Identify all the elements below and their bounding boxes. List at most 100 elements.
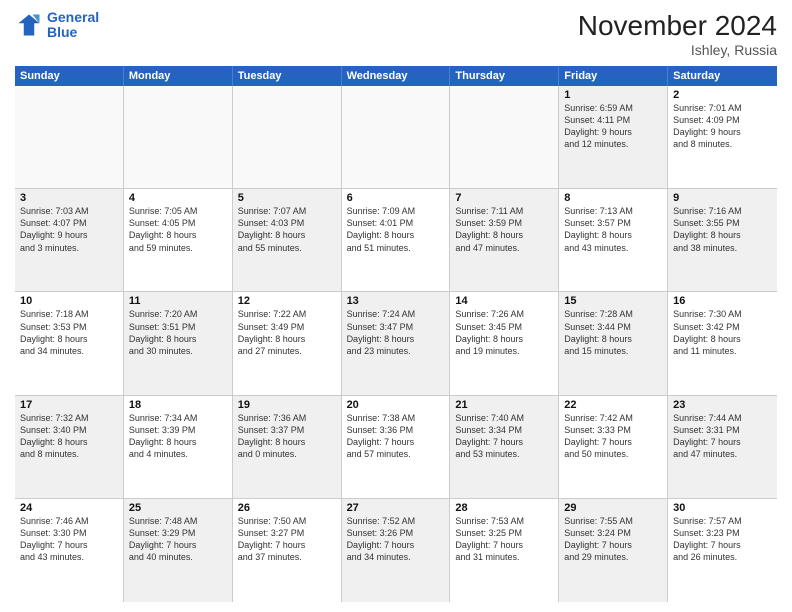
calendar-row-1: 3Sunrise: 7:03 AMSunset: 4:07 PMDaylight… [15,189,777,292]
day-cell-24: 24Sunrise: 7:46 AMSunset: 3:30 PMDayligh… [15,499,124,602]
day-cell-13: 13Sunrise: 7:24 AMSunset: 3:47 PMDayligh… [342,292,451,394]
empty-cell [15,86,124,188]
day-cell-22: 22Sunrise: 7:42 AMSunset: 3:33 PMDayligh… [559,396,668,498]
cell-info-line: Daylight: 8 hours [564,333,662,345]
day-number: 28 [455,502,553,514]
cell-info-line: Sunset: 3:24 PM [564,527,662,539]
cell-info-line: Sunrise: 7:28 AM [564,308,662,320]
day-cell-3: 3Sunrise: 7:03 AMSunset: 4:07 PMDaylight… [15,189,124,291]
day-number: 22 [564,399,662,411]
day-cell-12: 12Sunrise: 7:22 AMSunset: 3:49 PMDayligh… [233,292,342,394]
cell-info-line: Sunset: 3:57 PM [564,217,662,229]
cell-info-line: and 59 minutes. [129,242,227,254]
day-number: 16 [673,295,772,307]
cell-info-line: Sunset: 3:42 PM [673,321,772,333]
cell-info-line: and 8 minutes. [673,138,772,150]
day-cell-21: 21Sunrise: 7:40 AMSunset: 3:34 PMDayligh… [450,396,559,498]
day-cell-4: 4Sunrise: 7:05 AMSunset: 4:05 PMDaylight… [124,189,233,291]
cell-info-line: Sunset: 3:51 PM [129,321,227,333]
location: Ishley, Russia [578,42,777,58]
day-cell-20: 20Sunrise: 7:38 AMSunset: 3:36 PMDayligh… [342,396,451,498]
cell-info-line: Sunrise: 7:34 AM [129,412,227,424]
empty-cell [342,86,451,188]
weekday-header-thursday: Thursday [450,66,559,86]
cell-info-line: Daylight: 8 hours [347,229,445,241]
day-number: 15 [564,295,662,307]
cell-info-line: Daylight: 7 hours [673,436,772,448]
cell-info-line: Sunset: 3:47 PM [347,321,445,333]
day-number: 24 [20,502,118,514]
cell-info-line: Sunrise: 7:05 AM [129,205,227,217]
calendar-row-0: 1Sunrise: 6:59 AMSunset: 4:11 PMDaylight… [15,86,777,189]
day-cell-6: 6Sunrise: 7:09 AMSunset: 4:01 PMDaylight… [342,189,451,291]
cell-info-line: Sunrise: 7:07 AM [238,205,336,217]
day-cell-26: 26Sunrise: 7:50 AMSunset: 3:27 PMDayligh… [233,499,342,602]
day-cell-27: 27Sunrise: 7:52 AMSunset: 3:26 PMDayligh… [342,499,451,602]
day-cell-29: 29Sunrise: 7:55 AMSunset: 3:24 PMDayligh… [559,499,668,602]
cell-info-line: Sunset: 3:37 PM [238,424,336,436]
cell-info-line: Sunrise: 7:57 AM [673,515,772,527]
cell-info-line: Sunrise: 7:24 AM [347,308,445,320]
calendar-row-2: 10Sunrise: 7:18 AMSunset: 3:53 PMDayligh… [15,292,777,395]
cell-info-line: Sunset: 4:01 PM [347,217,445,229]
cell-info-line: Daylight: 8 hours [238,229,336,241]
day-cell-14: 14Sunrise: 7:26 AMSunset: 3:45 PMDayligh… [450,292,559,394]
cell-info-line: and 27 minutes. [238,345,336,357]
cell-info-line: Sunset: 3:59 PM [455,217,553,229]
cell-info-line: and 26 minutes. [673,551,772,563]
cell-info-line: Sunrise: 7:40 AM [455,412,553,424]
day-number: 29 [564,502,662,514]
cell-info-line: Daylight: 8 hours [347,333,445,345]
day-cell-2: 2Sunrise: 7:01 AMSunset: 4:09 PMDaylight… [668,86,777,188]
cell-info-line: Sunrise: 7:50 AM [238,515,336,527]
cell-info-line: Sunset: 4:11 PM [564,114,662,126]
day-number: 13 [347,295,445,307]
weekday-header-friday: Friday [559,66,668,86]
day-number: 25 [129,502,227,514]
cell-info-line: Daylight: 9 hours [673,126,772,138]
cell-info-line: Sunrise: 7:18 AM [20,308,118,320]
calendar: SundayMondayTuesdayWednesdayThursdayFrid… [15,66,777,602]
cell-info-line: Sunset: 3:34 PM [455,424,553,436]
day-number: 8 [564,192,662,204]
cell-info-line: Daylight: 8 hours [673,333,772,345]
cell-info-line: Sunset: 3:40 PM [20,424,118,436]
cell-info-line: Daylight: 8 hours [20,333,118,345]
cell-info-line: and 0 minutes. [238,448,336,460]
cell-info-line: Sunset: 4:05 PM [129,217,227,229]
day-number: 5 [238,192,336,204]
cell-info-line: Daylight: 7 hours [455,436,553,448]
cell-info-line: Sunrise: 7:53 AM [455,515,553,527]
cell-info-line: Daylight: 7 hours [347,539,445,551]
cell-info-line: Sunset: 4:03 PM [238,217,336,229]
cell-info-line: Sunrise: 7:26 AM [455,308,553,320]
cell-info-line: Daylight: 7 hours [673,539,772,551]
empty-cell [233,86,342,188]
cell-info-line: and 30 minutes. [129,345,227,357]
day-cell-19: 19Sunrise: 7:36 AMSunset: 3:37 PMDayligh… [233,396,342,498]
cell-info-line: and 47 minutes. [673,448,772,460]
day-number: 27 [347,502,445,514]
cell-info-line: and 8 minutes. [20,448,118,460]
cell-info-line: Sunrise: 7:32 AM [20,412,118,424]
cell-info-line: Daylight: 7 hours [455,539,553,551]
cell-info-line: Daylight: 7 hours [347,436,445,448]
cell-info-line: and 29 minutes. [564,551,662,563]
day-number: 2 [673,89,772,101]
day-cell-1: 1Sunrise: 6:59 AMSunset: 4:11 PMDaylight… [559,86,668,188]
cell-info-line: and 55 minutes. [238,242,336,254]
day-number: 26 [238,502,336,514]
cell-info-line: Sunrise: 7:38 AM [347,412,445,424]
cell-info-line: Daylight: 8 hours [238,333,336,345]
calendar-row-3: 17Sunrise: 7:32 AMSunset: 3:40 PMDayligh… [15,396,777,499]
day-cell-8: 8Sunrise: 7:13 AMSunset: 3:57 PMDaylight… [559,189,668,291]
cell-info-line: Daylight: 9 hours [20,229,118,241]
logo-text: General Blue [47,10,99,41]
cell-info-line: and 57 minutes. [347,448,445,460]
cell-info-line: Daylight: 8 hours [455,229,553,241]
cell-info-line: Sunset: 3:49 PM [238,321,336,333]
day-cell-7: 7Sunrise: 7:11 AMSunset: 3:59 PMDaylight… [450,189,559,291]
day-number: 12 [238,295,336,307]
day-number: 11 [129,295,227,307]
logo-line1: General [47,10,99,25]
